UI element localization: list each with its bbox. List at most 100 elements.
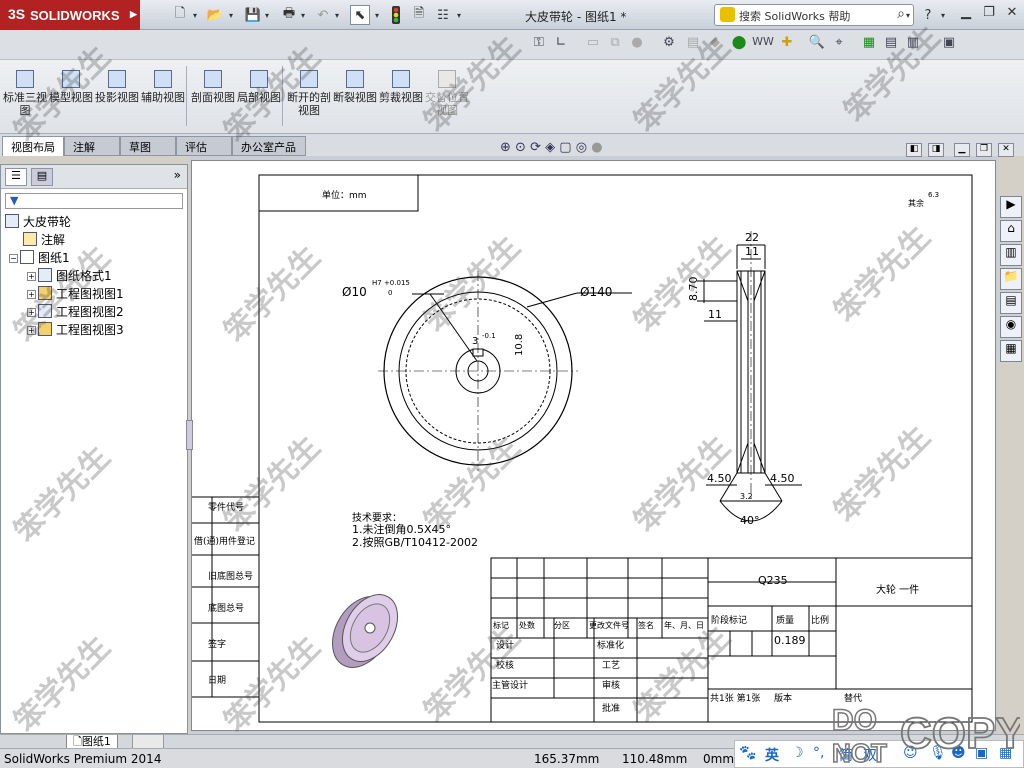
collapse-icon[interactable]: − bbox=[9, 254, 18, 263]
minimize-button[interactable]: ▁ bbox=[955, 5, 977, 23]
model-view-button[interactable]: 模型视图 bbox=[48, 70, 94, 130]
binoculars-icon[interactable]: ⌖ bbox=[830, 35, 848, 53]
expand-icon[interactable]: + bbox=[27, 290, 36, 299]
help-dropdown-icon[interactable]: ▾ bbox=[938, 5, 948, 25]
sheet-tab-1[interactable]: 🗋图纸1 bbox=[66, 735, 118, 749]
assembly-icon[interactable]: ⧉ bbox=[606, 35, 624, 53]
expand-icon[interactable]: + bbox=[27, 308, 36, 317]
tree-filter-input[interactable]: ▼ bbox=[5, 193, 183, 209]
key-icon[interactable]: ⚿ bbox=[530, 35, 548, 53]
select-cursor-icon[interactable]: ⬉ bbox=[350, 5, 370, 25]
doc-close-button[interactable]: ✕ bbox=[998, 143, 1014, 157]
search-input[interactable]: 搜索 SolidWorks 帮助 ⌕ bbox=[714, 4, 914, 26]
tree-item-view3[interactable]: + 工程图视图3 bbox=[27, 321, 124, 338]
search-dropdown-icon[interactable]: ▾ bbox=[903, 5, 913, 25]
hide-show-icon[interactable]: ◎ bbox=[576, 140, 587, 155]
detail-view-button[interactable]: 局部视图 bbox=[236, 70, 282, 130]
tree-item-annotations[interactable]: 注解 bbox=[23, 231, 65, 248]
undo-icon[interactable]: ↶ bbox=[314, 5, 332, 25]
open-folder-icon[interactable]: 📂 bbox=[206, 5, 224, 25]
ime-language[interactable]: 英 bbox=[765, 745, 779, 765]
projected-view-button[interactable]: 投影视图 bbox=[94, 70, 140, 130]
microphone-icon[interactable]: 🎙 bbox=[929, 745, 947, 761]
grid-icon[interactable]: ▦ bbox=[999, 745, 1012, 761]
alternate-position-view-button[interactable]: 交替位置视图 bbox=[424, 70, 470, 130]
new-document-icon[interactable]: 🗋 bbox=[172, 5, 188, 25]
table-icon[interactable]: ▤ bbox=[882, 35, 900, 53]
gear-icon[interactable]: ⚙ bbox=[660, 35, 678, 53]
ime-mode[interactable]: 简 bbox=[839, 745, 853, 765]
punctuation-icon[interactable]: °, bbox=[813, 745, 824, 761]
chart-icon[interactable]: ▥ bbox=[904, 35, 922, 53]
property-manager-tab-icon[interactable]: ▤ bbox=[31, 168, 53, 186]
pane-collapse-handle[interactable] bbox=[186, 420, 193, 450]
file-explorer-icon[interactable]: 📁 bbox=[1000, 268, 1022, 290]
tab-office-products[interactable]: 办公室产品 bbox=[232, 136, 306, 156]
rotate-icon[interactable]: ⟳ bbox=[530, 140, 541, 155]
rebuild-traffic-light-icon[interactable] bbox=[388, 5, 404, 25]
feature-tree-tab-icon[interactable]: ☰ bbox=[5, 168, 27, 186]
moon-icon[interactable]: ☽ bbox=[791, 745, 804, 761]
appearances-icon[interactable]: ◉ bbox=[1000, 316, 1022, 338]
tab-sketch[interactable]: 草图 bbox=[120, 136, 176, 156]
break-view-button[interactable]: 断裂视图 bbox=[332, 70, 378, 130]
section-icon[interactable]: ◈ bbox=[545, 140, 555, 155]
render-icon[interactable]: ● bbox=[591, 140, 602, 155]
expand-icon[interactable]: + bbox=[27, 272, 36, 281]
expand-chevron-icon[interactable]: » bbox=[174, 168, 181, 182]
tab-annotation[interactable]: 注解 bbox=[64, 136, 120, 156]
toolbox-icon[interactable]: ▤ bbox=[684, 35, 702, 53]
excel-icon[interactable]: ▦ bbox=[860, 35, 878, 53]
auxiliary-view-button[interactable]: 辅助视图 bbox=[140, 70, 186, 130]
crop-view-button[interactable]: 剪裁视图 bbox=[378, 70, 424, 130]
doc-minimize-button[interactable]: ▁ bbox=[954, 143, 970, 157]
zoom-to-fit-icon[interactable]: ⊕ bbox=[500, 140, 511, 155]
custom-properties-icon[interactable]: ▦ bbox=[1000, 340, 1022, 362]
drawing-sheet[interactable]: 单位：mm 其余 6.3 Ø10 H7 +0.015 0 Ø140 3 -0.1… bbox=[191, 160, 996, 731]
options-dropdown-icon[interactable]: ▾ bbox=[454, 5, 464, 25]
solidworks-logo[interactable]: 3S SOLIDWORKS ▶ bbox=[0, 0, 140, 30]
doc-restore-button[interactable]: ❐ bbox=[976, 143, 992, 157]
undo-dropdown-icon[interactable]: ▾ bbox=[332, 5, 342, 25]
standard-3-view-button[interactable]: 标准三视图 bbox=[2, 70, 48, 130]
print-dropdown-icon[interactable]: ▾ bbox=[298, 5, 308, 25]
tree-item-view1[interactable]: + 工程图视图1 bbox=[27, 285, 124, 302]
plus-cross-icon[interactable]: ✚ bbox=[778, 35, 796, 53]
user-icon[interactable]: ☺ bbox=[903, 745, 918, 761]
view-left-icon[interactable]: ◧ bbox=[906, 143, 922, 157]
tree-item-sheet-format[interactable]: + 图纸格式1 bbox=[27, 267, 112, 284]
tab-evaluate[interactable]: 评估 bbox=[176, 136, 232, 156]
open-dropdown-icon[interactable]: ▾ bbox=[226, 5, 236, 25]
display-icon[interactable]: ▭ bbox=[584, 35, 602, 53]
add-sheet-button[interactable] bbox=[132, 735, 164, 749]
tree-root[interactable]: 大皮带轮 bbox=[5, 213, 71, 230]
view-palette-icon[interactable]: ▤ bbox=[1000, 292, 1022, 314]
help-icon[interactable]: ? bbox=[920, 5, 936, 25]
sketch-line-icon[interactable]: ∟ bbox=[552, 35, 570, 53]
display-style-icon[interactable]: ▢ bbox=[559, 140, 571, 155]
appearance-icon[interactable]: ● bbox=[628, 35, 646, 53]
save-icon[interactable]: 💾 bbox=[244, 5, 262, 25]
layers-icon[interactable]: ◆ bbox=[706, 35, 724, 53]
section-view-button[interactable]: 剖面视图 bbox=[190, 70, 236, 130]
weld-icon[interactable]: WW bbox=[752, 35, 774, 53]
file-properties-icon[interactable]: 🗎 bbox=[410, 5, 428, 25]
emoji-icon[interactable]: ☻ bbox=[951, 745, 966, 761]
design-library-icon[interactable]: ▥ bbox=[1000, 244, 1022, 266]
report-icon[interactable]: ▣ bbox=[940, 35, 958, 53]
solidworks-resources-icon[interactable]: ▶ bbox=[1000, 196, 1022, 218]
paw-icon[interactable]: 🐾 bbox=[739, 745, 756, 761]
zoom-icon[interactable]: 🔍 bbox=[808, 35, 826, 53]
expand-icon[interactable]: + bbox=[27, 326, 36, 335]
zoom-area-icon[interactable]: ⊙ bbox=[515, 140, 526, 155]
restore-button[interactable]: ❐ bbox=[978, 5, 1000, 23]
tab-view-layout[interactable]: 视图布局 bbox=[2, 136, 64, 156]
ime-width[interactable]: 双 bbox=[863, 745, 877, 765]
save-dropdown-icon[interactable]: ▾ bbox=[262, 5, 272, 25]
options-icon[interactable]: ☷ bbox=[434, 5, 452, 25]
print-icon[interactable]: 🖶 bbox=[280, 5, 298, 25]
close-button[interactable]: ✕ bbox=[1001, 5, 1023, 23]
broken-out-section-button[interactable]: 断开的剖视图 bbox=[286, 70, 332, 130]
tree-item-sheet1[interactable]: − 图纸1 bbox=[9, 249, 70, 266]
view-right-icon[interactable]: ◨ bbox=[928, 143, 944, 157]
